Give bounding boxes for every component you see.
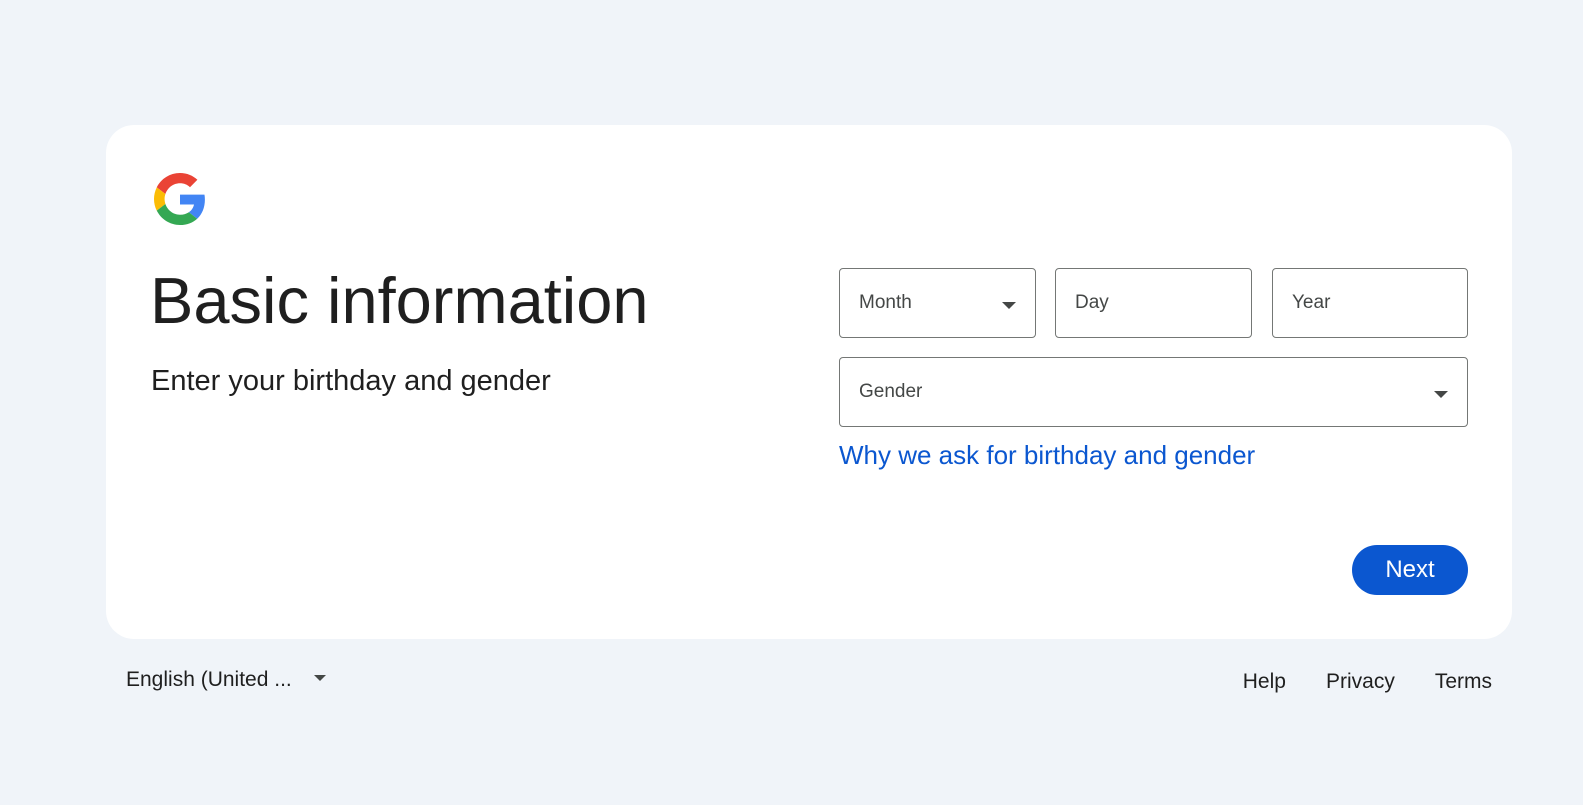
month-select[interactable]: Month	[839, 268, 1036, 338]
language-selector-label: English (United ...	[126, 668, 292, 691]
year-input-label: Year	[1292, 292, 1331, 313]
privacy-link[interactable]: Privacy	[1326, 670, 1395, 694]
why-we-ask-link[interactable]: Why we ask for birthday and gender	[839, 438, 1255, 472]
help-link[interactable]: Help	[1243, 670, 1286, 694]
signup-card: Basic information Enter your birthday an…	[106, 125, 1512, 639]
day-input[interactable]: Day	[1055, 268, 1252, 338]
caret-down-icon	[1434, 390, 1448, 398]
terms-link[interactable]: Terms	[1435, 670, 1492, 694]
month-select-label: Month	[859, 292, 912, 313]
gender-select-label: Gender	[859, 381, 923, 402]
language-selector[interactable]: English (United ...	[126, 664, 326, 696]
day-input-label: Day	[1075, 292, 1109, 313]
footer-links: Help Privacy Terms	[1243, 670, 1492, 694]
gender-select[interactable]: Gender	[839, 357, 1468, 427]
page-title: Basic information	[150, 264, 649, 337]
caret-down-icon	[313, 675, 326, 681]
next-button[interactable]: Next	[1352, 545, 1468, 595]
page-subtitle: Enter your birthday and gender	[151, 365, 551, 397]
google-logo	[154, 173, 205, 225]
caret-down-icon	[1002, 301, 1016, 309]
year-input[interactable]: Year	[1272, 268, 1468, 338]
